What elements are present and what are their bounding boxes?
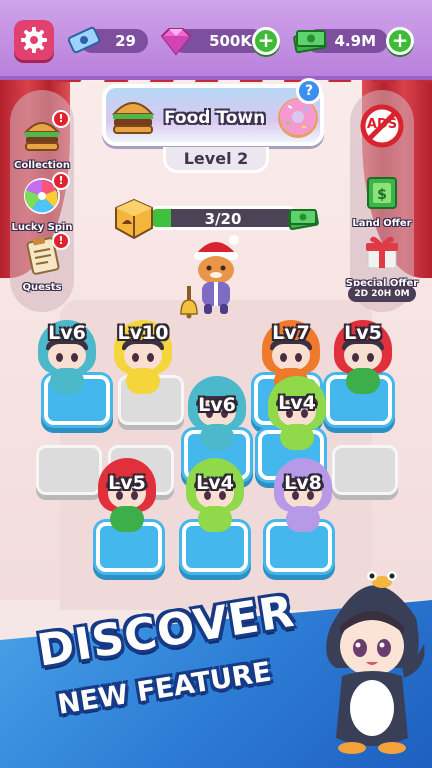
remove-ads-button[interactable]: ADS (344, 104, 420, 148)
land-offer-button[interactable]: $ Land Offer (344, 172, 420, 229)
spin-wheel-icon: ! (20, 172, 70, 220)
unit-level-label: Lv6 (198, 394, 236, 416)
location-level: Level 2 (163, 147, 269, 173)
collection-button[interactable]: ! Collection (4, 110, 80, 171)
unit-level-label: Lv8 (284, 472, 322, 494)
location-banner[interactable]: Food Town (102, 84, 324, 146)
offer-timer: 2D 20H 0M (348, 286, 416, 302)
cash-reward-icon (287, 208, 319, 230)
merge-unit[interactable]: Lv4 (262, 370, 332, 454)
lucky-spin-button[interactable]: ! Lucky Spin (4, 172, 80, 233)
ticket-icon (66, 24, 102, 56)
tickets-value: 29 (115, 32, 136, 50)
unit-level-label: Lv7 (272, 322, 310, 344)
merge-unit[interactable]: Lv10 (108, 314, 178, 398)
add-cash-button[interactable]: + (386, 27, 414, 55)
unit-level-label: Lv6 (48, 322, 86, 344)
unit-level-label: Lv5 (344, 322, 382, 344)
merge-unit[interactable]: Lv6 (182, 370, 252, 454)
merge-unit[interactable]: Lv5 (92, 452, 162, 536)
gear-icon (21, 27, 47, 53)
unit-level-label: Lv4 (196, 472, 234, 494)
resource-bar: 29 500K + 4.9M + (0, 0, 432, 80)
land-offer-icon: $ (360, 172, 404, 216)
merge-unit[interactable]: Lv8 (268, 452, 338, 536)
collection-alert-badge: ! (52, 110, 70, 128)
special-offer-button[interactable]: Special Offer (344, 232, 420, 289)
burger-icon: ! (20, 110, 70, 158)
gift-icon (360, 232, 404, 276)
settings-button[interactable] (14, 20, 54, 60)
unit-level-label: Lv4 (278, 392, 316, 414)
quests-label: Quests (22, 282, 62, 293)
lucky-spin-label: Lucky Spin (11, 222, 73, 233)
merge-progress-bar: 3/20 (146, 206, 300, 230)
unit-level-label: Lv5 (108, 472, 146, 494)
cash-icon (292, 26, 328, 56)
merge-unit[interactable]: Lv5 (328, 314, 398, 398)
burger-icon (111, 102, 155, 134)
penguin-mascot (326, 571, 425, 754)
quests-alert-badge: ! (52, 232, 70, 250)
gems-value: 500K (209, 32, 252, 50)
ads-label: ADS (366, 117, 398, 132)
svg-text:$: $ (377, 187, 387, 203)
location-name: Food Town (164, 108, 266, 128)
cash-value: 4.9M (334, 32, 377, 50)
land-offer-label: Land Offer (352, 218, 412, 229)
gem-icon (158, 26, 194, 56)
food-crate-icon (115, 198, 153, 240)
unit-level-label: Lv10 (117, 322, 169, 344)
board-tile[interactable] (332, 445, 398, 495)
add-gems-button[interactable]: + (252, 27, 280, 55)
merge-unit[interactable]: Lv4 (180, 452, 250, 536)
lucky-spin-alert-badge: ! (52, 172, 70, 190)
collection-label: Collection (14, 160, 70, 171)
progress-text: 3/20 (204, 210, 242, 228)
no-ads-icon: ADS (360, 104, 404, 148)
merge-unit[interactable]: Lv6 (32, 314, 102, 398)
clipboard-icon: ! (20, 232, 70, 280)
bell-icon (180, 286, 198, 319)
location-info-button[interactable]: ? (296, 78, 322, 104)
quests-button[interactable]: ! Quests (4, 232, 80, 293)
